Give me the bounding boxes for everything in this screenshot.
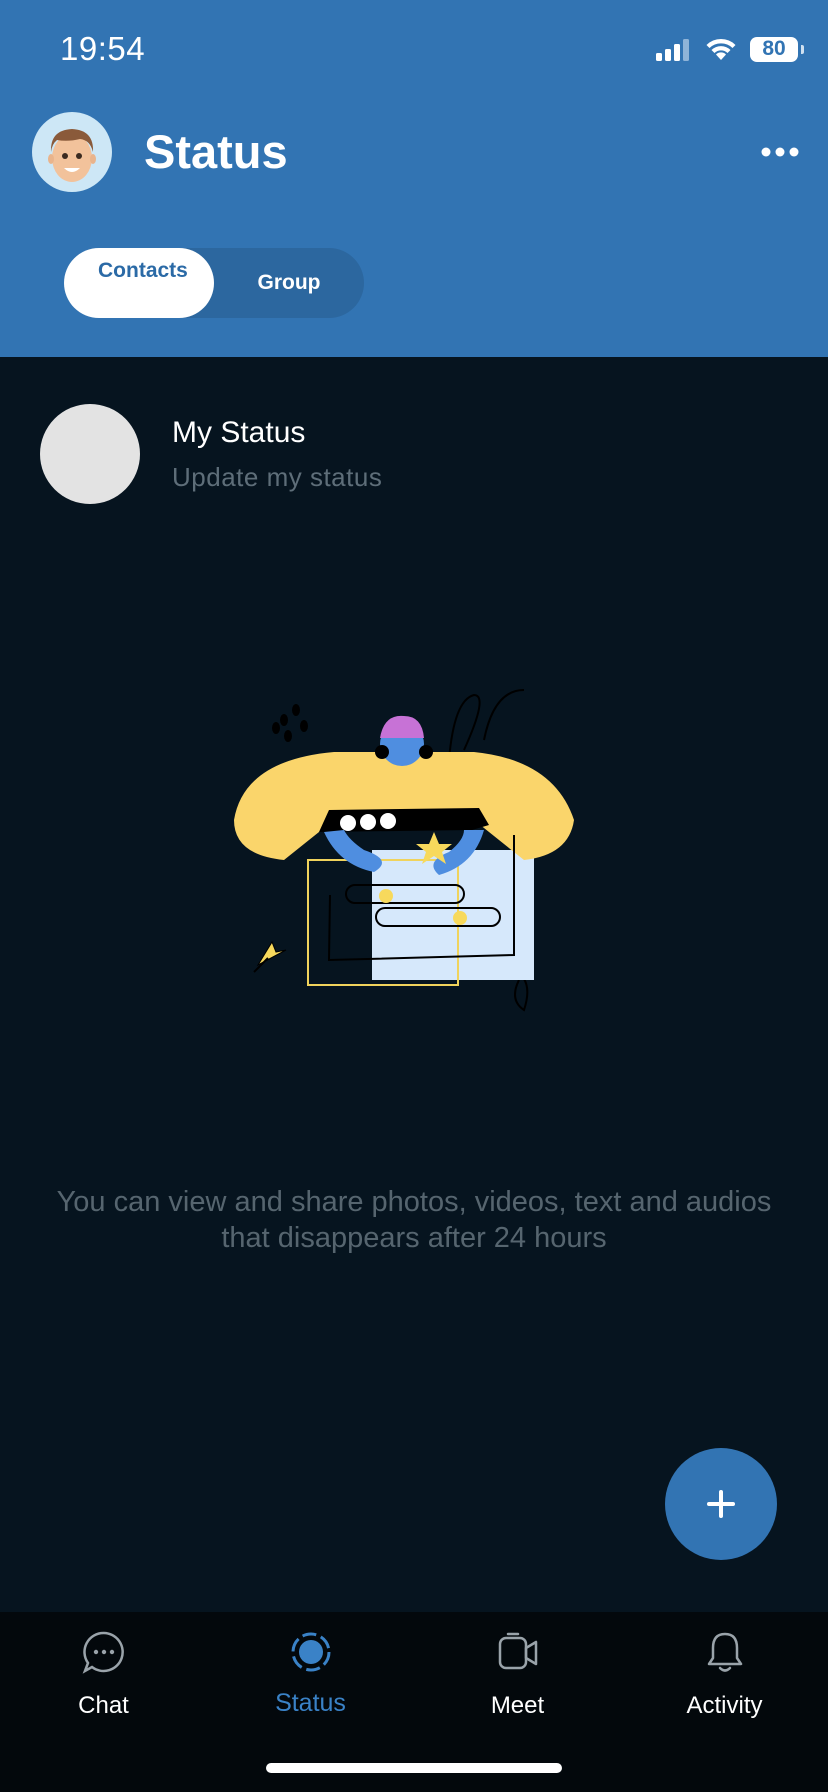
tab-chat-label: Chat (78, 1692, 129, 1719)
tab-status[interactable]: Status (207, 1612, 414, 1742)
plus-icon (707, 1490, 735, 1518)
segment-contacts[interactable]: Contacts (64, 248, 214, 318)
my-status-subtitle: Update my status (172, 462, 383, 492)
empty-state-message: You can view and share photos, videos, t… (56, 1186, 772, 1254)
tab-chat[interactable]: Chat (0, 1612, 207, 1742)
segment-control: Contacts Group (64, 248, 364, 318)
status-bar: 19:54 80 (0, 0, 828, 100)
status-time: 19:54 (60, 30, 146, 67)
battery-icon: 80 (750, 36, 804, 62)
my-status-name: My Status (172, 416, 306, 449)
segment-group[interactable]: Group (214, 248, 364, 318)
tab-status-label: Status (275, 1689, 346, 1717)
page-title: Status (144, 125, 288, 178)
tab-activity[interactable]: Activity (621, 1612, 828, 1742)
tab-meet[interactable]: Meet (414, 1612, 621, 1742)
add-status-button[interactable] (665, 1448, 777, 1560)
status-icons: 80 (656, 34, 804, 64)
profile-avatar[interactable] (32, 112, 112, 192)
bell-icon (707, 1632, 742, 1672)
status-icon (291, 1632, 330, 1672)
more-options-icon[interactable] (760, 140, 800, 164)
my-status-avatar[interactable] (40, 404, 140, 504)
tab-activity-label: Activity (686, 1692, 763, 1719)
memoji-avatar-icon (48, 129, 96, 182)
my-status-row[interactable]: My Status Update my status (40, 402, 800, 504)
tab-meet-label: Meet (490, 1692, 545, 1719)
wifi-icon (706, 38, 736, 60)
chat-bubble-icon (82, 1631, 124, 1674)
segment-contacts-label: Contacts (98, 259, 188, 282)
battery-level: 80 (762, 37, 786, 60)
header: 19:54 80 Status Contacts Group (0, 0, 828, 357)
video-camera-icon (498, 1632, 537, 1670)
empty-state-illustration (234, 689, 574, 1012)
signal-icon (656, 39, 689, 61)
home-indicator (266, 1763, 562, 1773)
